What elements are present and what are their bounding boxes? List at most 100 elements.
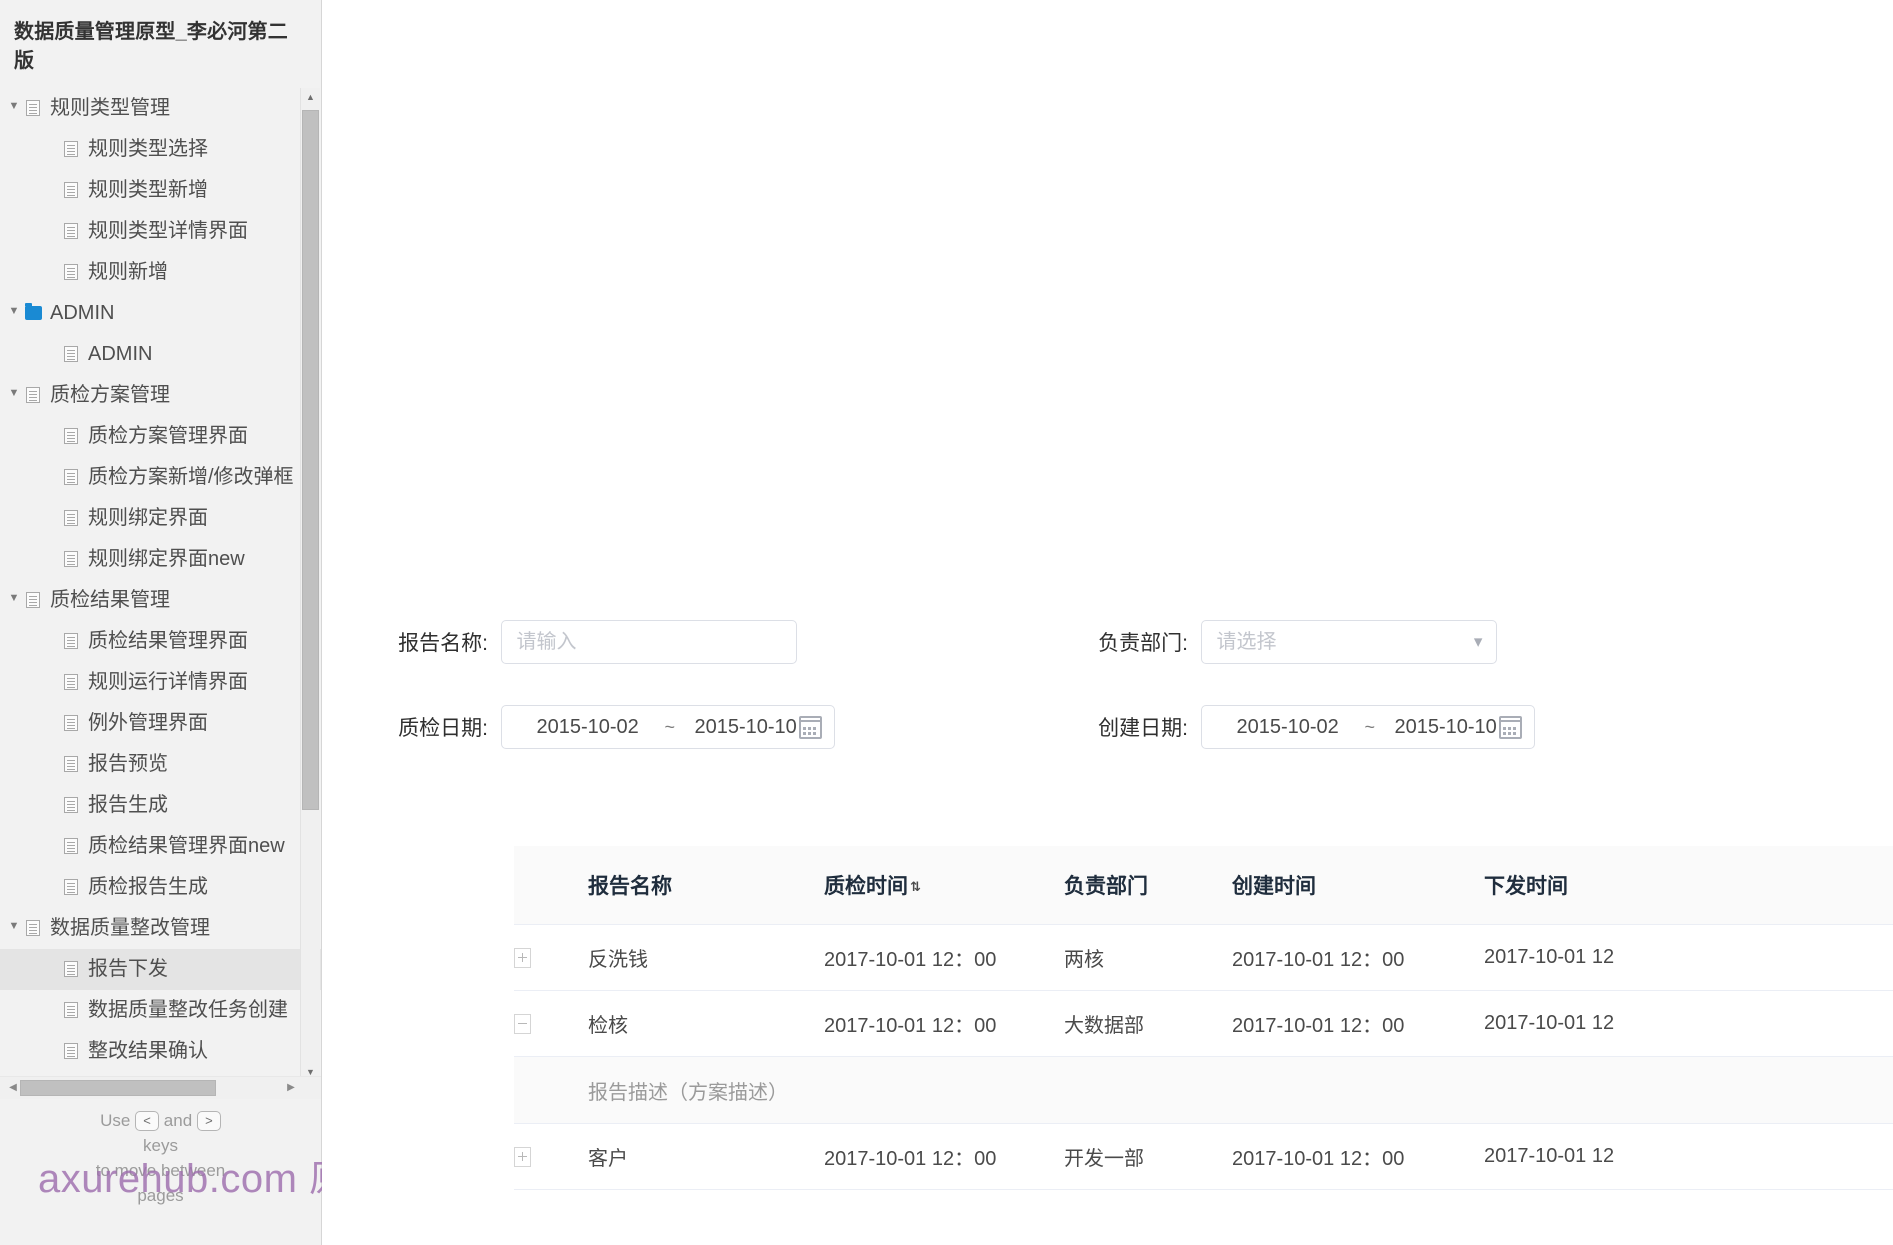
calendar-icon[interactable] (799, 716, 823, 739)
inspect-date-label: 质检日期: (398, 717, 488, 740)
sitemap-tree-item[interactable]: ▼质检方案新增/修改弹框 (0, 457, 321, 498)
create-date-end[interactable]: 2015-10-10 (1394, 706, 1496, 748)
sitemap-tree-item[interactable]: ▼报告生成 (0, 785, 321, 826)
sitemap-tree-item[interactable]: ▼例外管理界面 (0, 703, 321, 744)
sort-icon[interactable]: ⇅ (910, 880, 921, 893)
page-icon (60, 661, 82, 702)
create-date-start[interactable]: 2015-10-02 (1236, 706, 1338, 748)
chevron-down-icon[interactable]: ▼ (6, 291, 22, 332)
cell-create-time: 2017-10-01 12：00 (1232, 990, 1484, 1057)
tree-horizontal-scrollbar[interactable]: ◀ ▶ (0, 1076, 321, 1099)
page-icon (60, 620, 82, 661)
page-icon-glyph (64, 755, 78, 772)
sitemap-tree-item[interactable]: ▼质检方案管理界面 (0, 415, 321, 457)
department-label: 负责部门: (1098, 632, 1188, 655)
sitemap-tree-item-label: 规则绑定界面new (88, 548, 245, 571)
table-row[interactable]: 客户 2017-10-01 12：00 开发一部 2017-10-01 12：00 20… (514, 1123, 1893, 1190)
chevron-down-icon[interactable]: ▼ (6, 906, 22, 947)
sitemap-tree-item[interactable]: ▼ 数据质量整改管理 (0, 906, 321, 949)
sitemap-tree-item[interactable]: ▼规则类型详情界面 (0, 211, 321, 252)
page-nav-hint-line3: to move between (95, 1161, 226, 1180)
sitemap-tree-item[interactable]: ▼规则绑定界面new (0, 539, 321, 580)
table-row[interactable]: 反洗钱 2017-10-01 12：00 两核 2017-10-01 12：00 201… (514, 924, 1893, 991)
sitemap-tree-item[interactable]: ▼ 规则类型管理 (0, 88, 321, 129)
th-inspect-time[interactable]: 质检时间 ⇅ (824, 846, 1064, 925)
collapse-row-icon[interactable] (514, 1013, 531, 1034)
table-header-row: 报告名称 质检时间 ⇅ 负责部门 创建时间 下发时间 (514, 846, 1893, 925)
page-icon (60, 1030, 82, 1071)
sitemap-tree-item[interactable]: ▼质检结果管理界面 (0, 620, 321, 662)
inspect-date-start[interactable]: 2015-10-02 (536, 706, 638, 748)
sitemap-tree-item-label: 质检结果管理界面new (88, 835, 285, 858)
sitemap-tree[interactable]: ▼规则类型管理▼规则类型选择▼规则类型新增▼规则类型详情界面▼规则新增▼ADMI… (0, 88, 321, 1082)
create-date-range-picker[interactable]: 2015-10-02 ~ 2015-10-10 (1201, 705, 1536, 749)
page-icon-glyph (64, 468, 78, 485)
page-icon-glyph (26, 919, 40, 936)
cell-create-time: 2017-10-01 12：00 (1232, 1123, 1484, 1190)
chevron-down-icon[interactable]: ▼ (6, 578, 22, 619)
page-icon (60, 948, 82, 989)
sitemap-tree-item[interactable]: ▼ADMIN (0, 291, 321, 334)
calendar-icon[interactable] (1499, 716, 1523, 739)
scroll-up-icon[interactable]: ▲ (301, 88, 320, 107)
page-icon (60, 415, 82, 456)
report-name-input[interactable]: 请输入 (501, 620, 798, 664)
sitemap-tree-item-label: 规则绑定界面 (88, 507, 208, 530)
sitemap-tree-item[interactable]: ▼质检结果管理界面new (0, 826, 321, 867)
page-icon (60, 251, 82, 292)
sitemap-sidebar: 数据质量管理原型_李必河第二版 ▼规则类型管理▼规则类型选择▼规则类型新增▼规则… (0, 0, 322, 1245)
chevron-down-icon[interactable]: ▼ (6, 88, 22, 127)
sitemap-tree-item[interactable]: ▼整改结果确认 (0, 1030, 321, 1072)
page-icon (60, 169, 82, 210)
sitemap-tree-item[interactable]: ▼质检报告生成 (0, 867, 321, 908)
page-icon-glyph (64, 673, 78, 690)
department-select[interactable]: 请选择 ▾ (1201, 620, 1498, 664)
filter-form: 报告名称: 请输入 负责部门: 请选择 ▾ 质检日期: 2015-10-02 ~… (322, 620, 1893, 790)
row-expander-cell[interactable] (514, 924, 588, 991)
table-row[interactable]: 检核 2017-10-01 12：00 大数据部 2017-10-01 12：00 20… (514, 990, 1893, 1057)
page-icon-glyph (64, 263, 78, 280)
cell-send-time: 2017-10-01 12 (1484, 1123, 1893, 1190)
page-icon-glyph (64, 796, 78, 813)
chevron-down-icon[interactable]: ▼ (6, 373, 22, 414)
sitemap-tree-item[interactable]: ▼规则类型选择 (0, 129, 321, 170)
sitemap-tree-item[interactable]: ▼报告预览 (0, 744, 321, 785)
tree-vertical-scrollbar[interactable]: ▲ ▼ (300, 88, 320, 1082)
create-date-field: 创建日期: 2015-10-02 ~ 2015-10-10 (1022, 705, 1536, 749)
report-description-text: 报告描述（方案描述） (588, 1056, 1893, 1124)
page-icon-glyph (26, 386, 40, 403)
page-icon-glyph (64, 714, 78, 731)
sitemap-tree-item[interactable]: ▼ 质检方案管理 (0, 373, 321, 416)
sitemap-tree-item[interactable]: ▼规则绑定界面 (0, 498, 321, 539)
inspect-date-range-picker[interactable]: 2015-10-02 ~ 2015-10-10 (501, 705, 836, 749)
sitemap-tree-item-label: ADMIN (88, 343, 153, 366)
expand-row-icon[interactable] (514, 1146, 531, 1167)
detail-pad-cell (514, 1056, 588, 1124)
sitemap-tree-item[interactable]: ▼ 质检结果管理 (0, 578, 321, 621)
scroll-right-icon[interactable]: ▶ (280, 1077, 302, 1099)
page-icon-glyph (64, 550, 78, 567)
tree-vscroll-thumb[interactable] (302, 110, 319, 810)
sitemap-tree-item[interactable]: ▼报告下发 (0, 948, 321, 990)
prev-page-key[interactable]: < (135, 1110, 160, 1131)
th-department: 负责部门 (1064, 846, 1232, 925)
sitemap-tree-item[interactable]: ▼规则类型新增 (0, 169, 321, 211)
page-icon-glyph (64, 1001, 78, 1018)
sitemap-tree-item[interactable]: ▼数据质量整改任务创建 (0, 990, 321, 1031)
sitemap-tree-item-label: 规则类型管理 (50, 97, 170, 120)
sitemap-tree-item[interactable]: ▼ADMIN (0, 334, 321, 375)
sitemap-tree-item[interactable]: ▼规则运行详情界面 (0, 661, 321, 703)
main-content: 报告名称: 请输入 负责部门: 请选择 ▾ 质检日期: 2015-10-02 ~… (322, 0, 1893, 1245)
row-expander-cell[interactable] (514, 1123, 588, 1190)
report-name-field: 报告名称: 请输入 (322, 620, 798, 664)
row-expander-cell[interactable] (514, 990, 588, 1057)
app-root: 数据质量管理原型_李必河第二版 ▼规则类型管理▼规则类型选择▼规则类型新增▼规则… (0, 0, 1893, 1245)
page-icon (22, 907, 44, 948)
expand-row-icon[interactable] (514, 947, 531, 968)
page-icon-glyph (64, 837, 78, 854)
tree-hscroll-thumb[interactable] (20, 1080, 216, 1096)
inspect-date-end[interactable]: 2015-10-10 (694, 706, 796, 748)
next-page-key[interactable]: > (196, 1110, 221, 1131)
sitemap-tree-item[interactable]: ▼规则新增 (0, 251, 321, 293)
th-create-time: 创建时间 (1232, 846, 1484, 925)
